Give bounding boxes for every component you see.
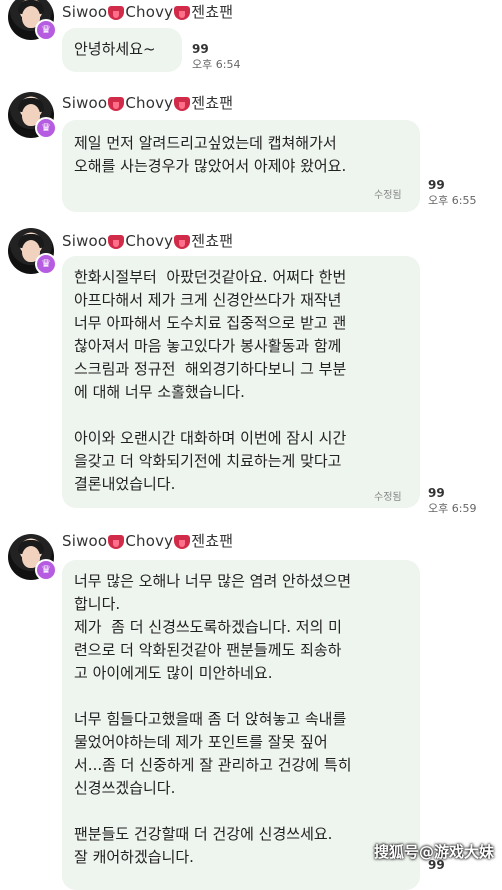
- message-meta: 99 오후 6:55: [428, 178, 476, 208]
- avatar[interactable]: ♛: [8, 0, 57, 41]
- tongue-emoji-icon: [174, 234, 191, 249]
- sender-name: Siwoo Chovy 젠쵸팬: [62, 93, 234, 113]
- read-count: 99: [428, 178, 445, 192]
- message-meta: 99 오후 6:59: [428, 486, 476, 516]
- sender-name: Siwoo Chovy 젠쵸팬: [62, 531, 234, 551]
- avatar[interactable]: ♛: [8, 534, 57, 581]
- message-bubble[interactable]: 안녕하세요~: [62, 28, 182, 72]
- timestamp: 오후 6:55: [428, 194, 477, 207]
- read-count: 99: [428, 486, 445, 500]
- timestamp: 오후 6:54: [192, 58, 241, 71]
- avatar[interactable]: ♛: [8, 92, 57, 139]
- message-bubble[interactable]: 제일 먼저 알려드리고싶었는데 캡쳐해가서 오해를 사는경우가 많았어서 아제야…: [62, 120, 420, 212]
- tongue-emoji-icon: [174, 534, 191, 549]
- avatar[interactable]: ♛: [8, 228, 57, 275]
- message-bubble[interactable]: 한화시절부터 아팠던것같아요. 어쩌다 한번 아프다해서 제가 크게 신경안쓰다…: [62, 256, 420, 508]
- edited-label: 수정됨: [374, 190, 402, 201]
- crown-icon: ♛: [35, 117, 57, 139]
- edited-label: 수정됨: [374, 492, 402, 503]
- tongue-emoji-icon: [108, 234, 125, 249]
- crown-icon: ♛: [35, 19, 57, 41]
- crown-icon: ♛: [35, 559, 57, 581]
- sender-name: Siwoo Chovy 젠쵸팬: [62, 2, 234, 22]
- timestamp: 오후 6:59: [428, 502, 477, 515]
- read-count: 99: [192, 42, 209, 56]
- crown-icon: ♛: [35, 253, 57, 275]
- tongue-emoji-icon: [174, 96, 191, 111]
- tongue-emoji-icon: [108, 5, 125, 20]
- tongue-emoji-icon: [174, 5, 191, 20]
- sender-name: Siwoo Chovy 젠쵸팬: [62, 231, 234, 251]
- tongue-emoji-icon: [108, 96, 125, 111]
- message-meta: 99 오후 6:54: [192, 42, 240, 72]
- message-bubble[interactable]: 너무 많은 오해나 너무 많은 염려 안하셨으면 합니다. 제가 좀 더 신경쓰…: [62, 560, 420, 890]
- tongue-emoji-icon: [108, 534, 125, 549]
- watermark: 搜狐号@游戏大妹: [373, 843, 494, 861]
